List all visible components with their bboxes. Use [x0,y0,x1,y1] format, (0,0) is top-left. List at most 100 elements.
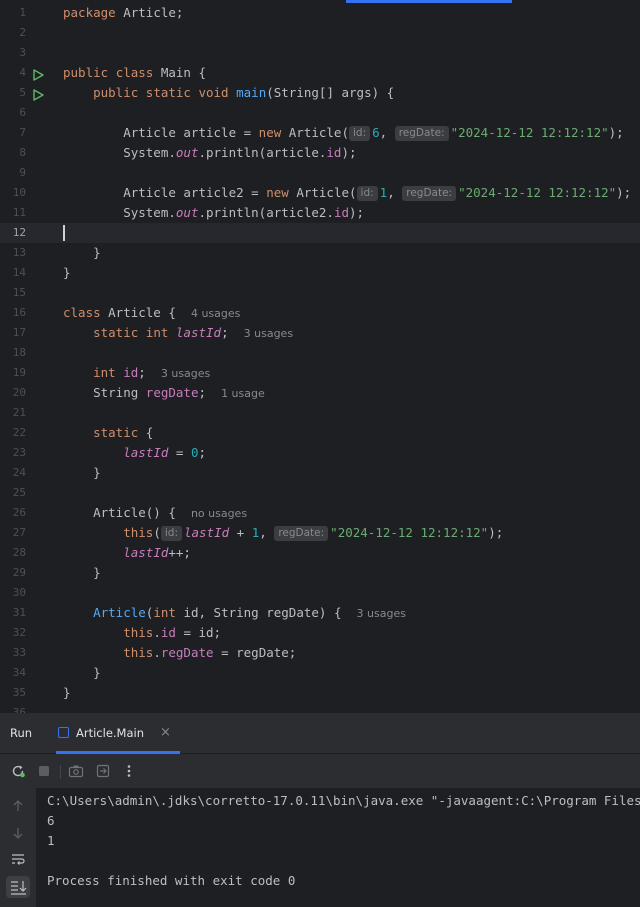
code-token: Article [93,605,146,620]
run-triangle-icon[interactable] [32,67,44,81]
line-number: 35 [12,686,26,699]
arrow-down-icon[interactable] [10,825,26,841]
code-line[interactable]: 31 Article(int id, String regDate) { 3 u… [0,603,640,623]
code-line[interactable]: 5 public static void main(String[] args)… [0,83,640,103]
line-number: 22 [12,426,26,439]
code-line[interactable]: 9 [0,163,640,183]
code-line[interactable]: 19 int id; 3 usages [0,363,640,383]
code-line[interactable]: 36 [0,703,640,713]
tab-article-main[interactable]: Article.Main × [56,713,180,754]
code-line[interactable]: 35} [0,683,640,703]
stop-icon[interactable] [36,763,52,779]
code-text: } [63,683,71,703]
line-number: 24 [12,466,26,479]
more-vertical-icon[interactable] [121,763,137,779]
code-token: lastId [175,325,222,340]
code-line[interactable]: 8 System.out.println(article.id); [0,143,640,163]
code-line[interactable]: 17 static int lastId; 3 usages [0,323,640,343]
code-token: ); [616,185,632,200]
code-line[interactable]: 18 [0,343,640,363]
line-number: 16 [12,306,26,319]
arrow-up-icon[interactable] [10,798,26,814]
code-line[interactable]: 2 [0,23,640,43]
code-line[interactable]: 14} [0,263,640,283]
code-line[interactable]: 28 lastId++; [0,543,640,563]
code-line[interactable]: 21 [0,403,640,423]
usage-hint[interactable]: 3 usages [161,367,210,380]
code-token: String [63,385,146,400]
code-line[interactable]: 34 } [0,663,640,683]
code-line[interactable]: 29 } [0,563,640,583]
code-token: id [333,205,349,220]
code-line[interactable]: 13 } [0,243,640,263]
code-editor[interactable]: 1 package Article; 2 3 4 public class Main {5… [0,0,640,713]
code-line[interactable]: 30 [0,583,640,603]
line-number: 34 [12,666,26,679]
code-line[interactable]: 15 [0,283,640,303]
code-line[interactable]: 6 [0,103,640,123]
inlay-hint: regDate: [394,126,449,141]
usage-hint[interactable]: 1 usage [221,387,265,400]
console-output[interactable]: C:\Users\admin\.jdks\corretto-17.0.11\bi… [36,788,640,907]
code-line[interactable]: 23 lastId = 0; [0,443,640,463]
code-token: (String[] args) { [266,85,395,100]
code-token: = id; [175,625,222,640]
code-line[interactable]: 32 this.id = id; [0,623,640,643]
soft-wrap-icon[interactable] [10,851,26,867]
code-line[interactable]: 27 this(id: lastId + 1, regDate: "2024-12-… [0,523,640,543]
code-text: } [63,663,101,683]
code-token: ; [198,385,222,400]
code-token: regDate [145,385,199,400]
usage-hint[interactable]: 3 usages [244,327,293,340]
code-line[interactable]: 1 package Article; [0,3,640,23]
code-token: class [63,305,109,320]
tab-close-icon[interactable]: × [160,725,171,740]
console-line: Process finished with exit code 0 [47,873,296,888]
code-line[interactable]: 12 [0,223,640,243]
code-line[interactable]: 26 Article() { no usages [0,503,640,523]
code-token: main [236,85,267,100]
code-text: package Article; [63,3,183,23]
code-token: Main { [160,65,206,80]
code-line[interactable]: 11 System.out.println(article2.id); [0,203,640,223]
code-text: static { [63,423,153,443]
scroll-to-end-icon[interactable] [6,876,30,898]
inlay-hint: id: [349,126,371,141]
usage-hint[interactable]: 3 usages [357,607,406,620]
code-token: = regDate; [213,645,297,660]
rerun-icon[interactable] [10,763,26,779]
code-line[interactable]: 24 } [0,463,640,483]
run-config-icon [58,727,69,738]
code-token: "2024-12-12 12:12:12" [450,125,609,140]
code-line[interactable]: 16 class Article { 4 usages [0,303,640,323]
code-line[interactable]: 3 [0,43,640,63]
line-number: 33 [12,646,26,659]
usage-hint[interactable]: no usages [191,507,247,520]
code-line[interactable]: 10 Article article2 = new Article(id: 1, … [0,183,640,203]
code-token: ); [349,205,365,220]
toolbar-divider [60,765,61,779]
exit-icon[interactable] [95,763,111,779]
line-number: 6 [19,106,26,119]
code-line[interactable]: 20 String regDate; 1 usage [0,383,640,403]
code-text: this.id = id; [63,623,221,643]
usage-hint[interactable]: 4 usages [191,307,240,320]
code-token: out [175,145,199,160]
inlay-hint: id: [356,186,378,201]
code-line[interactable]: 7 Article article = new Article(id: 6, re… [0,123,640,143]
code-line[interactable]: 25 [0,483,640,503]
code-token: .println(article. [198,145,327,160]
code-text: public class Main { [63,63,206,83]
screenshot-icon[interactable] [68,763,84,779]
code-line[interactable]: 22 static { [0,423,640,443]
code-token: System. [63,145,176,160]
code-line[interactable]: 4 public class Main { [0,63,640,83]
code-line[interactable]: 33 this.regDate = regDate; [0,643,640,663]
run-triangle-icon[interactable] [32,87,44,101]
line-number: 13 [12,246,26,259]
code-text: static int lastId; 3 usages [63,323,293,344]
code-token: + [229,525,252,540]
code-token: ; [138,365,161,380]
